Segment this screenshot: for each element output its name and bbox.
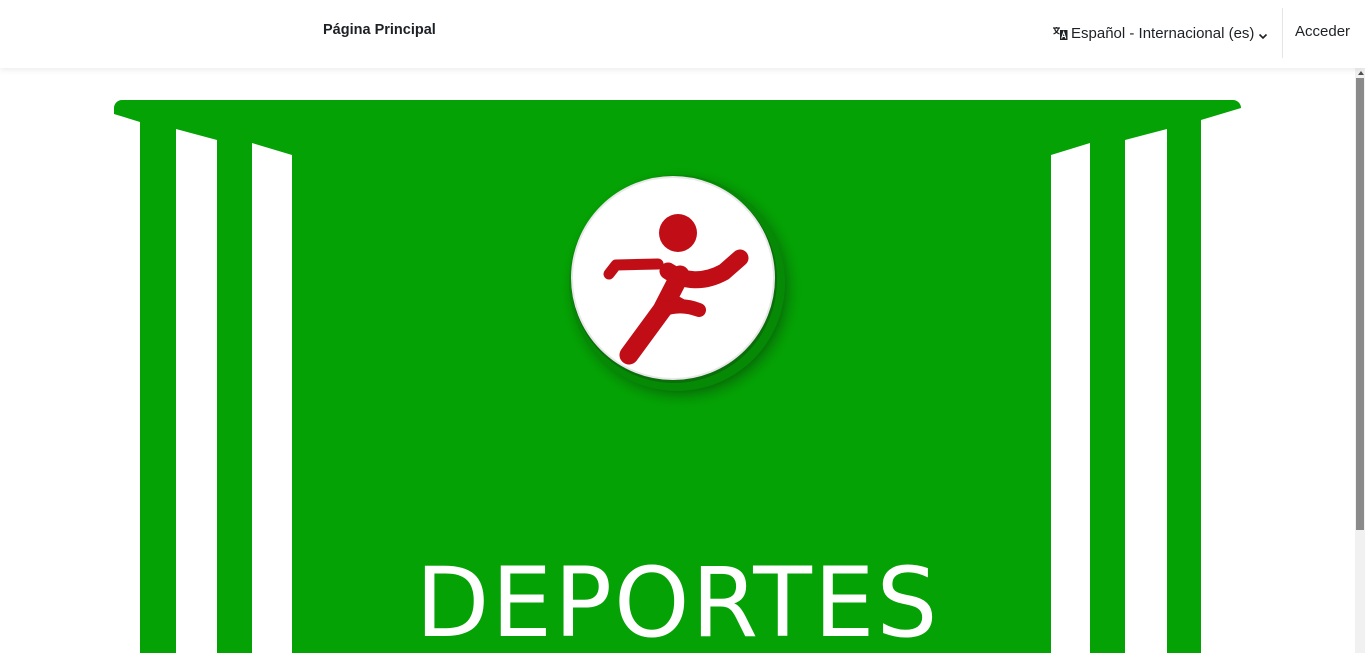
course-banner: DEPORTES [114,100,1241,653]
scrollbar-thumb[interactable] [1356,78,1364,530]
chevron-down-icon [1258,28,1268,40]
home-link[interactable]: Página Principal [323,22,436,38]
login-link[interactable]: Acceder [1295,23,1350,40]
language-label: Español - Internacional (es) [1071,24,1255,42]
language-menu[interactable]: Español - Internacional (es) [1052,22,1268,44]
banner-title: DEPORTES [415,547,940,653]
scroll-up-arrow-icon[interactable] [1358,71,1364,75]
navbar-divider [1282,8,1283,58]
language-icon [1052,25,1068,41]
top-navbar: Página Principal Español - Internacional… [0,0,1365,68]
